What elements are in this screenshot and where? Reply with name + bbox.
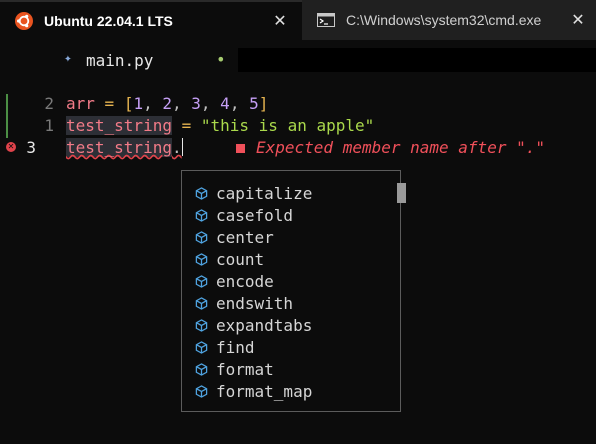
code-text: arr = [1, 2, 3, 4, 5] [66,94,269,113]
buffer-tab-fill [238,48,596,72]
ubuntu-icon [14,11,34,31]
code-variable: test_string [66,116,172,135]
tab-bar: Ubuntu 22.04.1 LTS ✕ C:\Windows\system32… [0,0,596,40]
completion-label: format_map [216,381,313,401]
completion-popup[interactable]: capitalize casefold center count encode endsw… [181,170,406,412]
code-number: 4 [220,94,230,113]
completion-label: capitalize [216,183,313,203]
completion-item[interactable]: count [194,248,264,270]
buffer-tab-bar: ✦ main.py • [0,48,596,72]
code-line[interactable]: 1 test_string = "this is an apple" [0,116,596,138]
method-cube-icon [194,186,208,200]
code-bracket: ] [258,94,269,113]
code-variable: test_string [66,138,172,157]
completion-label: endswith [216,293,294,313]
completion-label: encode [216,271,274,291]
method-cube-icon [194,340,208,354]
completion-label: center [216,227,274,247]
code-number: 5 [249,94,259,113]
completion-item[interactable]: endswith [194,292,293,314]
completion-item[interactable]: encode [194,270,274,292]
code-string: "this is an apple" [200,116,375,135]
code-text: test_string. [66,138,183,157]
code-line-current[interactable]: ✕ 3 test_string. Expected member name af… [0,138,596,160]
python-file-icon: ✦ [64,51,72,66]
line-number: 3 [26,138,36,157]
close-icon[interactable]: ✕ [270,11,290,31]
completion-item[interactable]: capitalize [194,182,312,204]
completion-item[interactable]: find [194,336,255,358]
code-number: 2 [162,94,172,113]
buffer-filename[interactable]: main.py [86,51,153,70]
completion-label: find [216,337,255,357]
completion-label: casefold [216,205,294,225]
code-number: 1 [133,94,144,113]
tab-title: Ubuntu 22.04.1 LTS [44,13,173,29]
method-cube-icon [194,252,208,266]
method-cube-icon [194,384,208,398]
method-cube-icon [194,362,208,376]
completion-item[interactable]: format_map [194,380,312,402]
completion-item[interactable]: format [194,358,274,380]
tab-ubuntu[interactable]: Ubuntu 22.04.1 LTS ✕ [0,0,302,40]
popup-scrollbar[interactable] [397,183,406,203]
code-operator: = [94,94,124,113]
code-dot: . [171,138,182,157]
code-line[interactable]: 2 arr = [1, 2, 3, 4, 5] [0,94,596,116]
diagnostic-message: Expected member name after "." [256,138,545,157]
text-cursor [181,138,183,156]
error-icon: ✕ [6,142,16,152]
tab-title: C:\Windows\system32\cmd.exe [346,12,542,28]
method-cube-icon [194,274,208,288]
method-cube-icon [194,230,208,244]
code-variable: arr [66,94,95,113]
code-bracket: [ [123,94,134,113]
cmd-icon [316,10,336,30]
method-cube-icon [194,296,208,310]
code-number: 3 [191,94,201,113]
completion-item[interactable]: expandtabs [194,314,312,336]
method-cube-icon [194,208,208,222]
error-square-icon [236,144,245,153]
modified-indicator: • [216,50,226,69]
tab-cmd[interactable]: C:\Windows\system32\cmd.exe ✕ [302,0,596,40]
completion-label: expandtabs [216,315,313,335]
code-operator: = [171,116,201,135]
completion-item[interactable]: casefold [194,204,293,226]
line-number: 1 [44,116,54,135]
code-text: test_string = "this is an apple" [66,116,374,135]
completion-label: count [216,249,265,269]
completion-label: format [216,359,274,379]
method-cube-icon [194,318,208,332]
line-number: 2 [44,94,54,113]
completion-item[interactable]: center [194,226,274,248]
close-icon[interactable]: ✕ [568,10,588,30]
